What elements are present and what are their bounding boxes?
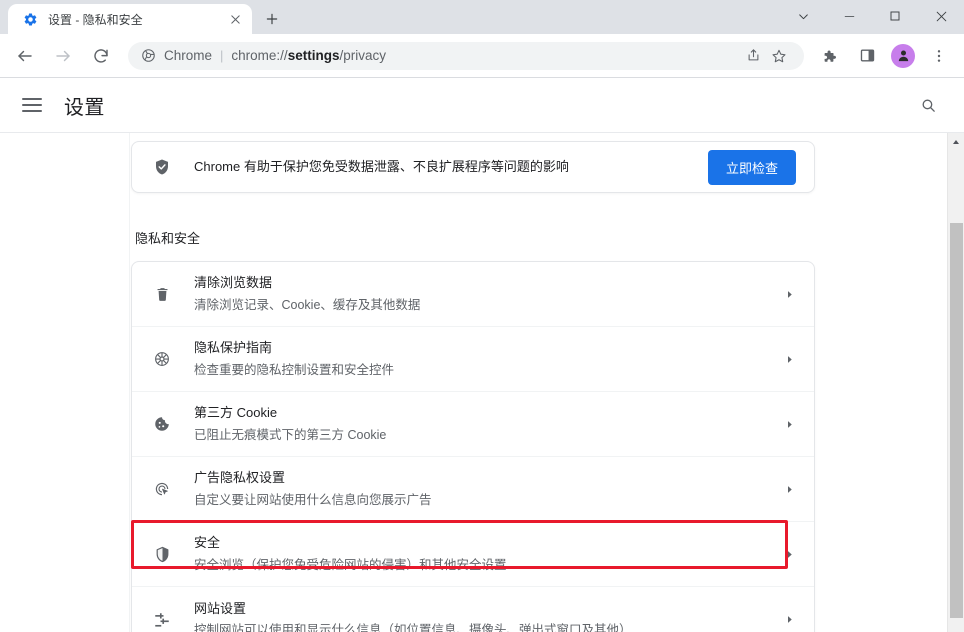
chevron-right-icon[interactable] xyxy=(782,355,796,364)
settings-row-ad-privacy[interactable]: 广告隐私权设置 自定义要让网站使用什么信息向您展示广告 xyxy=(132,457,814,522)
row-subtitle: 清除浏览记录、Cookie、缓存及其他数据 xyxy=(194,297,421,312)
shield-icon xyxy=(152,544,172,564)
puzzle-piece-icon[interactable] xyxy=(814,41,844,71)
hamburger-bar xyxy=(22,104,42,106)
omnibox-chip-label: Chrome xyxy=(164,48,213,63)
row-title: 广告隐私权设置 xyxy=(194,470,286,486)
search-icon[interactable] xyxy=(914,91,942,119)
browser-tab-settings[interactable]: 设置 - 隐私和安全 xyxy=(8,4,252,34)
url-suffix: /privacy xyxy=(339,48,386,63)
scroll-up-arrow-icon[interactable] xyxy=(948,133,964,150)
chevron-right-icon[interactable] xyxy=(782,615,796,624)
row-title: 清除浏览数据 xyxy=(194,275,273,291)
chevron-down-icon[interactable] xyxy=(780,0,826,32)
cookie-icon xyxy=(152,414,172,434)
row-subtitle: 已阻止无痕模式下的第三方 Cookie xyxy=(194,427,387,442)
row-body: 安全 安全浏览（保护您免受危险网站的侵害）和其他安全设置 xyxy=(194,533,772,574)
settings-row-site-settings[interactable]: 网站设置 控制网站可以使用和显示什么信息（如位置信息、摄像头、弹出式窗口及其他） xyxy=(132,587,814,632)
tab-title: 设置 - 隐私和安全 xyxy=(48,12,143,27)
row-body: 网站设置 控制网站可以使用和显示什么信息（如位置信息、摄像头、弹出式窗口及其他） xyxy=(194,599,772,632)
forward-arrow-icon[interactable] xyxy=(48,41,78,71)
row-body: 隐私保护指南 检查重要的隐私控制设置和安全控件 xyxy=(194,338,772,379)
omnibox-actions xyxy=(740,43,792,69)
omnibox-url: chrome://settings/privacy xyxy=(231,48,386,63)
hamburger-bar xyxy=(22,110,42,112)
check-now-button[interactable]: 立即检查 xyxy=(707,149,796,185)
safety-check-card[interactable]: Chrome 有助于保护您免受数据泄露、不良扩展程序等问题的影响 立即检查 xyxy=(131,141,815,193)
three-dot-menu-icon[interactable] xyxy=(924,41,954,71)
hamburger-bar xyxy=(22,98,42,100)
ad-privacy-icon xyxy=(152,479,172,499)
url-bold-segment: settings xyxy=(287,48,340,63)
settings-row-privacy-guide[interactable]: 隐私保护指南 检查重要的隐私控制设置和安全控件 xyxy=(132,327,814,392)
row-body: 第三方 Cookie 已阻止无痕模式下的第三方 Cookie xyxy=(194,403,772,444)
row-title: 第三方 Cookie xyxy=(194,405,278,421)
maximize-icon[interactable] xyxy=(872,0,918,32)
avatar[interactable] xyxy=(891,43,915,68)
address-bar[interactable]: Chrome | chrome://settings/privacy xyxy=(128,41,804,70)
settings-sidebar-gutter xyxy=(0,133,130,632)
window-controls xyxy=(780,0,964,32)
scrollbar-thumb[interactable] xyxy=(950,223,963,618)
chevron-right-icon[interactable] xyxy=(782,290,796,299)
star-icon[interactable] xyxy=(766,43,792,69)
vertical-scrollbar[interactable] xyxy=(947,133,964,632)
safety-check-text: Chrome 有助于保护您免受数据泄露、不良扩展程序等问题的影响 xyxy=(194,158,569,174)
new-tab-button[interactable] xyxy=(258,5,286,33)
settings-row-clear-browsing-data[interactable]: 清除浏览数据 清除浏览记录、Cookie、缓存及其他数据 xyxy=(132,262,814,327)
url-prefix: chrome:// xyxy=(231,48,288,63)
settings-row-security[interactable]: 安全 安全浏览（保护您免受危险网站的侵害）和其他安全设置 xyxy=(132,522,814,587)
shield-check-icon xyxy=(152,157,172,177)
row-body: 清除浏览数据 清除浏览记录、Cookie、缓存及其他数据 xyxy=(194,273,772,314)
reload-icon[interactable] xyxy=(86,41,116,71)
section-title-privacy-security: 隐私和安全 xyxy=(135,231,201,246)
side-panel-icon[interactable] xyxy=(852,41,882,71)
settings-content: Chrome 有助于保护您免受数据泄露、不良扩展程序等问题的影响 立即检查 隐私… xyxy=(0,132,964,632)
privacy-settings-list: 清除浏览数据 清除浏览记录、Cookie、缓存及其他数据 隐私保护指南 检查重要… xyxy=(131,261,815,632)
settings-main-column: Chrome 有助于保护您免受数据泄露、不良扩展程序等问题的影响 立即检查 隐私… xyxy=(130,133,964,632)
omnibox-separator: | xyxy=(220,48,224,63)
chrome-logo-icon xyxy=(140,48,156,64)
row-subtitle: 控制网站可以使用和显示什么信息（如位置信息、摄像头、弹出式窗口及其他） xyxy=(194,623,632,632)
chevron-right-icon[interactable] xyxy=(782,550,796,559)
gear-icon xyxy=(22,11,38,27)
row-subtitle: 自定义要让网站使用什么信息向您展示广告 xyxy=(194,492,432,507)
site-settings-icon xyxy=(152,610,172,630)
row-subtitle: 安全浏览（保护您免受危险网站的侵害）和其他安全设置 xyxy=(194,557,507,572)
settings-main-inner: Chrome 有助于保护您免受数据泄露、不良扩展程序等问题的影响 立即检查 隐私… xyxy=(131,141,815,632)
share-icon[interactable] xyxy=(740,43,766,69)
minimize-icon[interactable] xyxy=(826,0,872,32)
row-title: 安全 xyxy=(194,535,221,551)
chevron-right-icon[interactable] xyxy=(782,485,796,494)
settings-header: 设置 xyxy=(0,78,964,132)
hamburger-menu-icon[interactable] xyxy=(22,94,44,116)
page-title: 设置 xyxy=(64,96,105,119)
window-close-icon[interactable] xyxy=(918,0,964,32)
row-subtitle: 检查重要的隐私控制设置和安全控件 xyxy=(194,362,395,377)
trash-icon xyxy=(152,284,172,304)
row-title: 隐私保护指南 xyxy=(194,340,273,356)
row-body: 广告隐私权设置 自定义要让网站使用什么信息向您展示广告 xyxy=(194,468,772,509)
settings-row-third-party-cookies[interactable]: 第三方 Cookie 已阻止无痕模式下的第三方 Cookie xyxy=(132,392,814,457)
browser-toolbar: Chrome | chrome://settings/privacy xyxy=(0,34,964,78)
chevron-right-icon[interactable] xyxy=(782,420,796,429)
close-icon[interactable] xyxy=(226,10,244,28)
privacy-guide-icon xyxy=(152,349,172,369)
back-arrow-icon[interactable] xyxy=(10,41,40,71)
tab-strip: 设置 - 隐私和安全 xyxy=(0,0,964,34)
row-title: 网站设置 xyxy=(194,600,247,616)
